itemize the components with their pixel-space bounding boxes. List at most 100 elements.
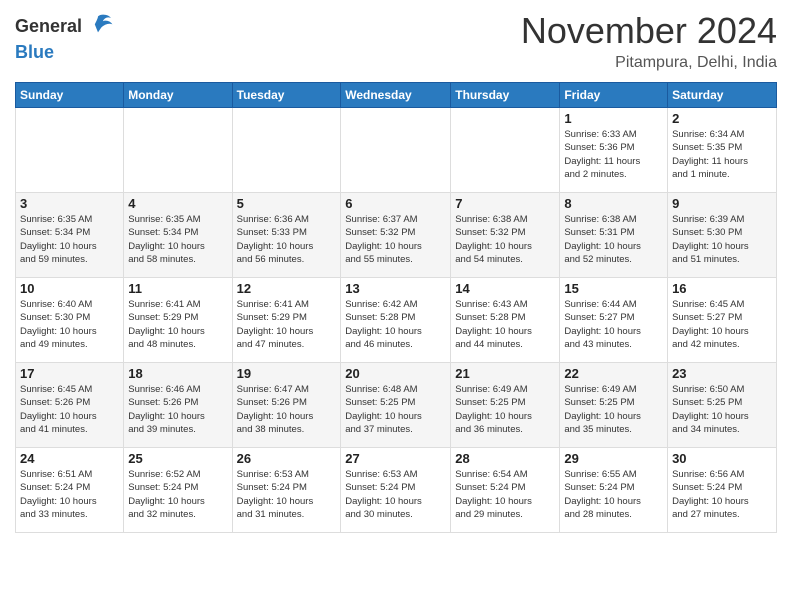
day-info: Sunrise: 6:55 AM Sunset: 5:24 PM Dayligh… [564,468,663,521]
calendar-cell: 11Sunrise: 6:41 AM Sunset: 5:29 PM Dayli… [124,278,232,363]
calendar-cell: 1Sunrise: 6:33 AM Sunset: 5:36 PM Daylig… [560,108,668,193]
calendar-cell: 5Sunrise: 6:36 AM Sunset: 5:33 PM Daylig… [232,193,341,278]
calendar-cell: 23 Sunrise: 6:50 AM Sunset: 5:25 PM Dayli… [668,363,777,448]
calendar-cell: 21 Sunrise: 6:49 AM Sunset: 5:25 PM Dayli… [451,363,560,448]
calendar-cell [451,108,560,193]
day-number: 20 [345,366,446,381]
day-info: Sunrise: 6:40 AM Sunset: 5:30 PM Dayligh… [20,298,119,351]
calendar-cell: 7 Sunrise: 6:38 AM Sunset: 5:32 PM Daylig… [451,193,560,278]
day-info: Sunrise: 6:45 AM Sunset: 5:26 PM Dayligh… [20,383,119,436]
day-info: Sunrise: 6:34 AM Sunset: 5:35 PM Dayligh… [672,128,772,181]
calendar-cell: 13 Sunrise: 6:42 AM Sunset: 5:28 PM Dayli… [341,278,451,363]
calendar-cell: 8 Sunrise: 6:38 AM Sunset: 5:31 PM Daylig… [560,193,668,278]
calendar-cell: 25 Sunrise: 6:52 AM Sunset: 5:24 PM Dayli… [124,448,232,533]
calendar-cell: 26 Sunrise: 6:53 AM Sunset: 5:24 PM Dayli… [232,448,341,533]
calendar-cell: 15 Sunrise: 6:44 AM Sunset: 5:27 PM Dayli… [560,278,668,363]
header-friday: Friday [560,83,668,108]
day-number: 25 [128,451,227,466]
calendar-cell [16,108,124,193]
day-number: 26 [237,451,337,466]
calendar-cell [124,108,232,193]
calendar-cell: 12 Sunrise: 6:41 AM Sunset: 5:29 PM Dayli… [232,278,341,363]
day-number: 29 [564,451,663,466]
day-number: 10 [20,281,119,296]
day-number: 9 [672,196,772,211]
day-info: Sunrise: 6:48 AM Sunset: 5:25 PM Dayligh… [345,383,446,436]
calendar-cell: 2 Sunrise: 6:34 AM Sunset: 5:35 PM Daylig… [668,108,777,193]
day-info: Sunrise: 6:52 AM Sunset: 5:24 PM Dayligh… [128,468,227,521]
header-monday: Monday [124,83,232,108]
calendar-cell: 24 Sunrise: 6:51 AM Sunset: 5:24 PM Dayli… [16,448,124,533]
day-info: Sunrise: 6:37 AM Sunset: 5:32 PM Dayligh… [345,213,446,266]
day-number: 13 [345,281,446,296]
calendar-cell: 28Sunrise: 6:54 AM Sunset: 5:24 PM Dayli… [451,448,560,533]
day-number: 22 [564,366,663,381]
calendar-cell: 10 Sunrise: 6:40 AM Sunset: 5:30 PM Dayli… [16,278,124,363]
day-number: 27 [345,451,446,466]
logo-bird-icon [82,10,114,42]
header-sunday: Sunday [16,83,124,108]
day-info: Sunrise: 6:45 AM Sunset: 5:27 PM Dayligh… [672,298,772,351]
day-info: Sunrise: 6:43 AM Sunset: 5:28 PM Dayligh… [455,298,555,351]
day-info: Sunrise: 6:50 AM Sunset: 5:25 PM Dayligh… [672,383,772,436]
day-info: Sunrise: 6:38 AM Sunset: 5:31 PM Dayligh… [564,213,663,266]
day-info: Sunrise: 6:36 AM Sunset: 5:33 PM Dayligh… [237,213,337,266]
logo-blue-text: Blue [15,42,54,63]
header-thursday: Thursday [451,83,560,108]
logo-general-text: General [15,16,82,37]
day-number: 15 [564,281,663,296]
week-row-3: 17 Sunrise: 6:45 AM Sunset: 5:26 PM Dayli… [16,363,777,448]
day-info: Sunrise: 6:42 AM Sunset: 5:28 PM Dayligh… [345,298,446,351]
day-number: 2 [672,111,772,126]
calendar-cell: 19Sunrise: 6:47 AM Sunset: 5:26 PM Dayli… [232,363,341,448]
week-row-4: 24 Sunrise: 6:51 AM Sunset: 5:24 PM Dayli… [16,448,777,533]
day-number: 21 [455,366,555,381]
week-row-0: 1Sunrise: 6:33 AM Sunset: 5:36 PM Daylig… [16,108,777,193]
calendar-cell [341,108,451,193]
calendar-cell: 29 Sunrise: 6:55 AM Sunset: 5:24 PM Dayli… [560,448,668,533]
day-number: 16 [672,281,772,296]
week-row-1: 3 Sunrise: 6:35 AM Sunset: 5:34 PM Daylig… [16,193,777,278]
day-number: 17 [20,366,119,381]
calendar-cell: 20 Sunrise: 6:48 AM Sunset: 5:25 PM Dayli… [341,363,451,448]
calendar-header-row: Sunday Monday Tuesday Wednesday Thursday… [16,83,777,108]
calendar-table: Sunday Monday Tuesday Wednesday Thursday… [15,82,777,533]
location: Pitampura, Delhi, India [521,54,777,72]
day-info: Sunrise: 6:41 AM Sunset: 5:29 PM Dayligh… [128,298,227,351]
page-header: General Blue November 2024 Pitampura, De… [15,10,777,72]
page-container: General Blue November 2024 Pitampura, De… [0,0,792,543]
day-info: Sunrise: 6:41 AM Sunset: 5:29 PM Dayligh… [237,298,337,351]
day-number: 23 [672,366,772,381]
day-number: 8 [564,196,663,211]
day-number: 24 [20,451,119,466]
day-info: Sunrise: 6:44 AM Sunset: 5:27 PM Dayligh… [564,298,663,351]
day-info: Sunrise: 6:39 AM Sunset: 5:30 PM Dayligh… [672,213,772,266]
day-number: 12 [237,281,337,296]
day-info: Sunrise: 6:49 AM Sunset: 5:25 PM Dayligh… [564,383,663,436]
day-info: Sunrise: 6:49 AM Sunset: 5:25 PM Dayligh… [455,383,555,436]
day-number: 7 [455,196,555,211]
day-info: Sunrise: 6:51 AM Sunset: 5:24 PM Dayligh… [20,468,119,521]
day-number: 30 [672,451,772,466]
calendar-cell: 27Sunrise: 6:53 AM Sunset: 5:24 PM Dayli… [341,448,451,533]
day-info: Sunrise: 6:54 AM Sunset: 5:24 PM Dayligh… [455,468,555,521]
header-wednesday: Wednesday [341,83,451,108]
logo: General Blue [15,10,114,63]
title-area: November 2024 Pitampura, Delhi, India [521,10,777,72]
day-number: 18 [128,366,227,381]
calendar-cell: 22 Sunrise: 6:49 AM Sunset: 5:25 PM Dayli… [560,363,668,448]
calendar-cell: 4Sunrise: 6:35 AM Sunset: 5:34 PM Daylig… [124,193,232,278]
week-row-2: 10 Sunrise: 6:40 AM Sunset: 5:30 PM Dayli… [16,278,777,363]
calendar-cell [232,108,341,193]
day-number: 3 [20,196,119,211]
day-number: 1 [564,111,663,126]
calendar-cell: 6 Sunrise: 6:37 AM Sunset: 5:32 PM Daylig… [341,193,451,278]
calendar-cell: 16 Sunrise: 6:45 AM Sunset: 5:27 PM Dayli… [668,278,777,363]
day-info: Sunrise: 6:46 AM Sunset: 5:26 PM Dayligh… [128,383,227,436]
day-info: Sunrise: 6:47 AM Sunset: 5:26 PM Dayligh… [237,383,337,436]
day-number: 4 [128,196,227,211]
day-info: Sunrise: 6:35 AM Sunset: 5:34 PM Dayligh… [20,213,119,266]
day-info: Sunrise: 6:53 AM Sunset: 5:24 PM Dayligh… [237,468,337,521]
day-number: 6 [345,196,446,211]
day-info: Sunrise: 6:38 AM Sunset: 5:32 PM Dayligh… [455,213,555,266]
